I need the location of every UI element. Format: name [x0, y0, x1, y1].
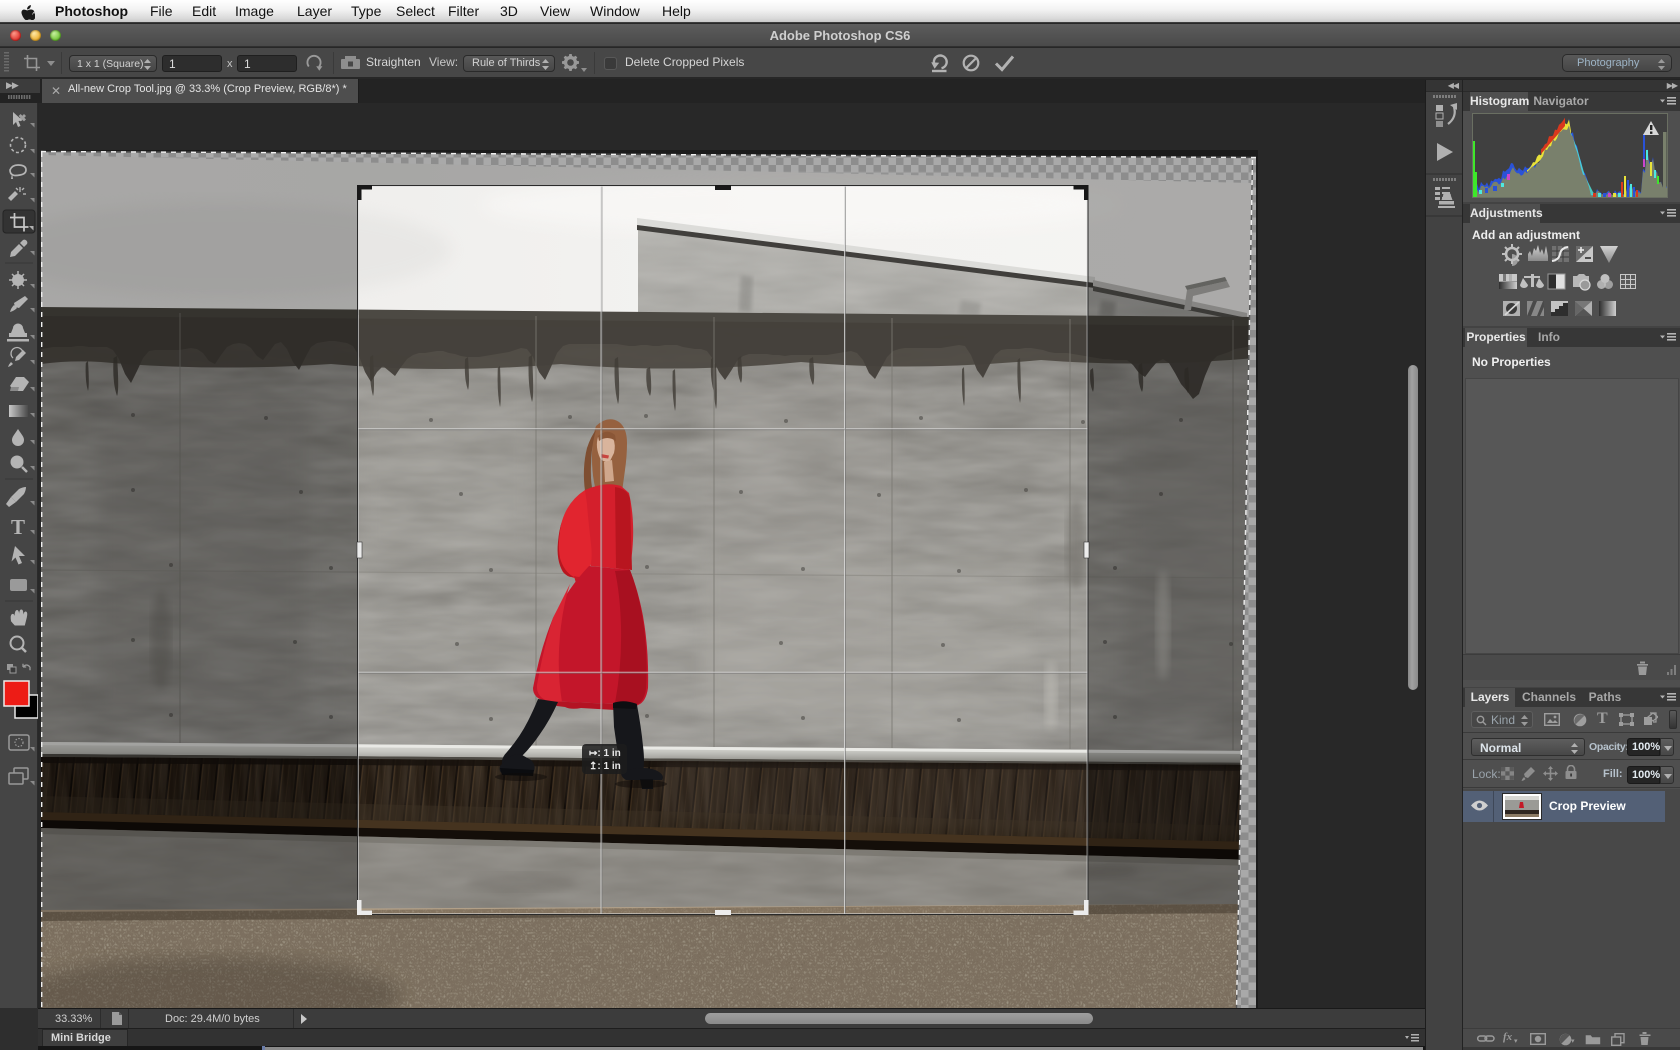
svg-text:↥: 1 in: ↥: 1 in	[589, 761, 621, 772]
svg-text:↦: 1 in: ↦: 1 in	[589, 748, 621, 759]
svg-text:T: T	[11, 515, 25, 539]
